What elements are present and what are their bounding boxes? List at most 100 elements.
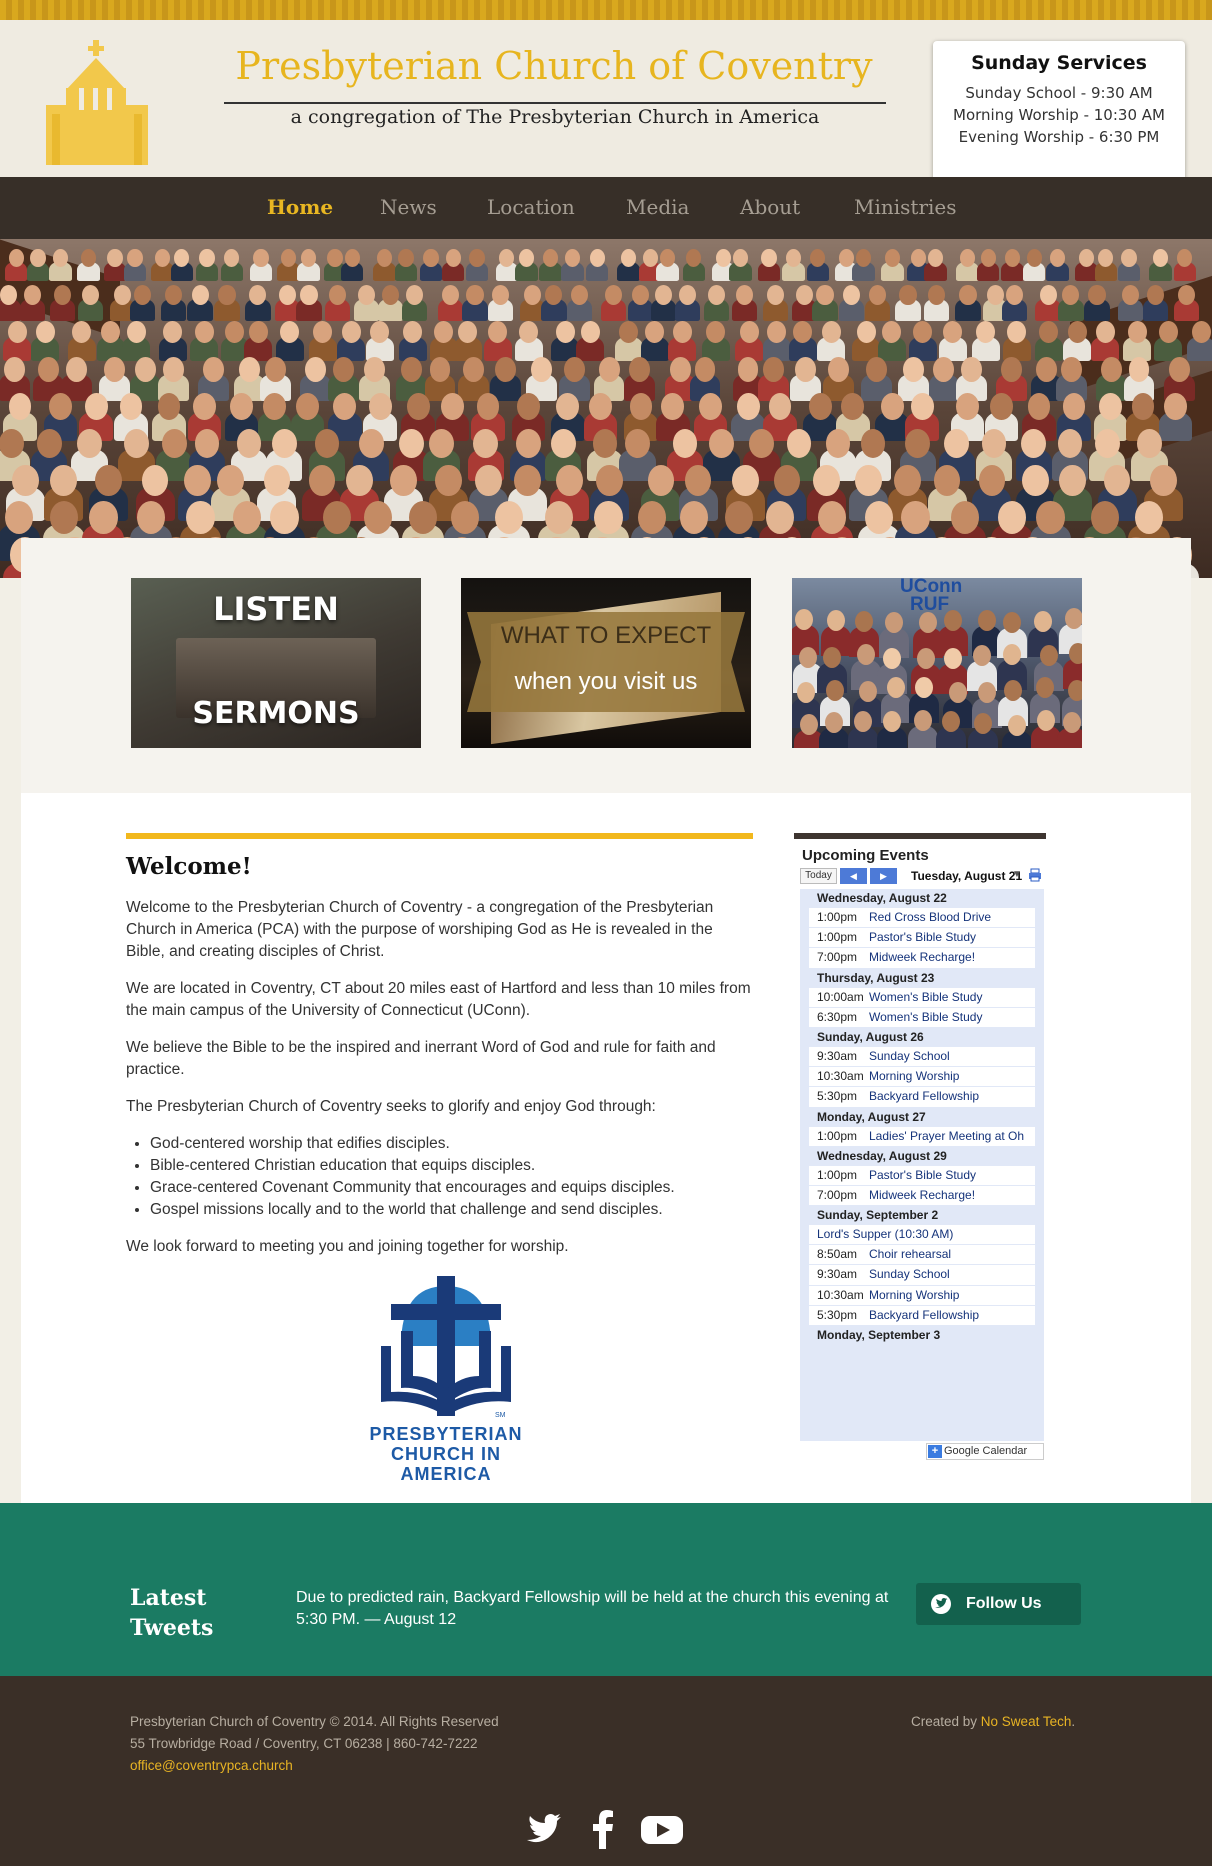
crowd-face — [53, 285, 71, 306]
crowd-face — [1067, 321, 1087, 344]
print-icon[interactable] — [1028, 868, 1042, 882]
crowd-face — [785, 249, 802, 267]
nav-home[interactable]: Home — [267, 195, 333, 219]
site-title[interactable]: Presbyterian Church of Coventry — [224, 44, 884, 88]
crowd-face — [737, 357, 759, 382]
nav-about[interactable]: About — [740, 195, 800, 219]
crowd-face — [894, 465, 921, 497]
crowd-face — [1049, 249, 1066, 267]
ruf-face — [825, 680, 844, 702]
prev-button[interactable]: ◀ — [840, 868, 867, 884]
calendar-event[interactable]: 10:00am Women's Bible Study — [809, 987, 1035, 1007]
nav-location[interactable]: Location — [487, 195, 575, 219]
main-nav: Home News Location Media About Ministrie… — [0, 177, 1212, 239]
add-icon: + — [928, 1445, 942, 1458]
calendar-event[interactable]: 9:30am Sunday School — [809, 1046, 1035, 1067]
google-calendar-label: Google Calendar — [944, 1445, 1028, 1457]
crowd-face — [4, 357, 26, 382]
event-title: Pastor's Bible Study — [869, 930, 977, 945]
follow-us-button[interactable]: Follow Us — [916, 1583, 1081, 1625]
crowd-face — [768, 393, 792, 420]
ruf-face — [1064, 608, 1082, 630]
crowd-face — [124, 429, 149, 458]
crowd-face — [368, 393, 392, 420]
crowd-face — [544, 501, 573, 535]
what-to-expect-label: WHAT TO EXPECT — [500, 622, 712, 649]
crowd-face — [296, 393, 320, 420]
what-to-expect-tile[interactable]: WHAT TO EXPECT when you visit us — [461, 578, 751, 748]
ruf-face — [797, 681, 816, 703]
crowd-face — [555, 321, 575, 344]
crowd-face — [580, 321, 600, 344]
crowd-face — [476, 393, 500, 420]
youtube-icon[interactable] — [640, 1807, 684, 1851]
email-link[interactable]: office@coventrypca.church — [130, 1758, 293, 1773]
calendar-event[interactable]: 8:50am Choir rehearsal — [809, 1245, 1035, 1265]
ruf-face — [882, 647, 901, 669]
nav-ministries[interactable]: Ministries — [854, 195, 957, 219]
crowd-face — [435, 465, 462, 497]
crowd-face — [248, 321, 268, 344]
crowd-face — [1150, 465, 1177, 497]
google-calendar-button[interactable]: + Google Calendar — [926, 1443, 1044, 1460]
crowd-face — [474, 465, 502, 497]
calendar-day-header: Sunday, August 26 — [817, 1029, 924, 1044]
crowd-face — [405, 285, 423, 306]
crowd-face — [49, 393, 72, 420]
crowd-face — [263, 393, 287, 420]
welcome-heading: Welcome! — [126, 853, 252, 880]
crowd-face — [813, 465, 840, 497]
calendar-event[interactable]: 5:30pm Backyard Fellowship — [809, 1305, 1035, 1325]
credit-prefix: Created by — [911, 1714, 981, 1729]
ruf-line2: RUF — [910, 594, 950, 615]
calendar-event[interactable]: Lord's Supper (10:30 AM) — [809, 1225, 1035, 1245]
next-button[interactable]: ▶ — [870, 868, 897, 884]
nav-media[interactable]: Media — [626, 195, 689, 219]
uconn-ruf-tile[interactable]: UConn RUF — [792, 578, 1082, 748]
calendar-event[interactable]: 5:30pm Backyard Fellowship — [809, 1087, 1035, 1107]
crowd-face — [398, 249, 414, 267]
crowd-face — [672, 321, 692, 344]
calendar-event[interactable]: 1:00pm Red Cross Blood Drive — [809, 908, 1035, 928]
calendar-event-list[interactable]: Wednesday, August 22 1:00pm Red Cross Bloo… — [800, 889, 1044, 1441]
crowd-face — [661, 393, 685, 420]
date-dropdown-icon[interactable]: ▼ — [1012, 869, 1022, 880]
nav-news[interactable]: News — [380, 195, 437, 219]
calendar-event[interactable]: 1:00pm Pastor's Bible Study — [809, 1165, 1035, 1185]
address-text: 55 Trowbridge Road / Coventry, CT 06238 … — [130, 1736, 478, 1751]
today-button[interactable]: Today — [800, 868, 837, 884]
twitter-icon[interactable] — [524, 1807, 568, 1851]
sunday-services-box: Sunday Services Sunday School - 9:30 AM … — [933, 41, 1185, 187]
calendar-event[interactable]: 7:00pm Midweek Recharge! — [809, 948, 1035, 968]
crowd-face — [981, 429, 1007, 458]
event-title: Morning Worship — [869, 1069, 960, 1084]
calendar-event[interactable]: 9:30am Sunday School — [809, 1265, 1035, 1285]
tweet-text[interactable]: Due to predicted rain, Backyard Fellowsh… — [296, 1587, 896, 1631]
calendar-event[interactable]: 7:00pm Midweek Recharge! — [809, 1185, 1035, 1206]
crowd-face — [0, 429, 24, 458]
crowd-face — [264, 357, 286, 382]
calendar-event[interactable]: 6:30pm Women's Bible Study — [809, 1007, 1035, 1027]
pca-logo[interactable]: SM PRESBYTERIAN CHURCH IN AMERICA — [361, 1276, 531, 1491]
crowd-face — [333, 357, 355, 382]
church-logo-icon[interactable] — [46, 40, 148, 165]
crowd-face — [1095, 321, 1115, 344]
calendar-event[interactable]: 1:00pm Ladies' Prayer Meeting at Oh — [809, 1126, 1035, 1146]
event-title: Backyard Fellowship — [869, 1307, 980, 1322]
ruf-face — [943, 647, 962, 669]
ruf-face — [916, 647, 935, 669]
calendar-event[interactable]: 10:30am Morning Worship — [809, 1285, 1035, 1305]
crowd-face — [980, 249, 996, 267]
crowd-face — [516, 393, 540, 420]
crowd-face — [816, 285, 834, 306]
mission-item: Bible-centered Christian education that … — [150, 1155, 753, 1177]
calendar-event[interactable]: 10:30am Morning Worship — [809, 1067, 1035, 1087]
facebook-icon[interactable] — [582, 1807, 626, 1851]
no-sweat-tech-link[interactable]: No Sweat Tech — [981, 1714, 1072, 1729]
listen-sermons-tile[interactable]: LISTEN SERMONS — [131, 578, 421, 748]
crowd-face — [880, 393, 904, 420]
ruf-face — [974, 712, 993, 734]
calendar-event[interactable]: 1:00pm Pastor's Bible Study — [809, 928, 1035, 948]
crowd-face — [828, 357, 849, 382]
crowd-face — [1021, 429, 1046, 458]
